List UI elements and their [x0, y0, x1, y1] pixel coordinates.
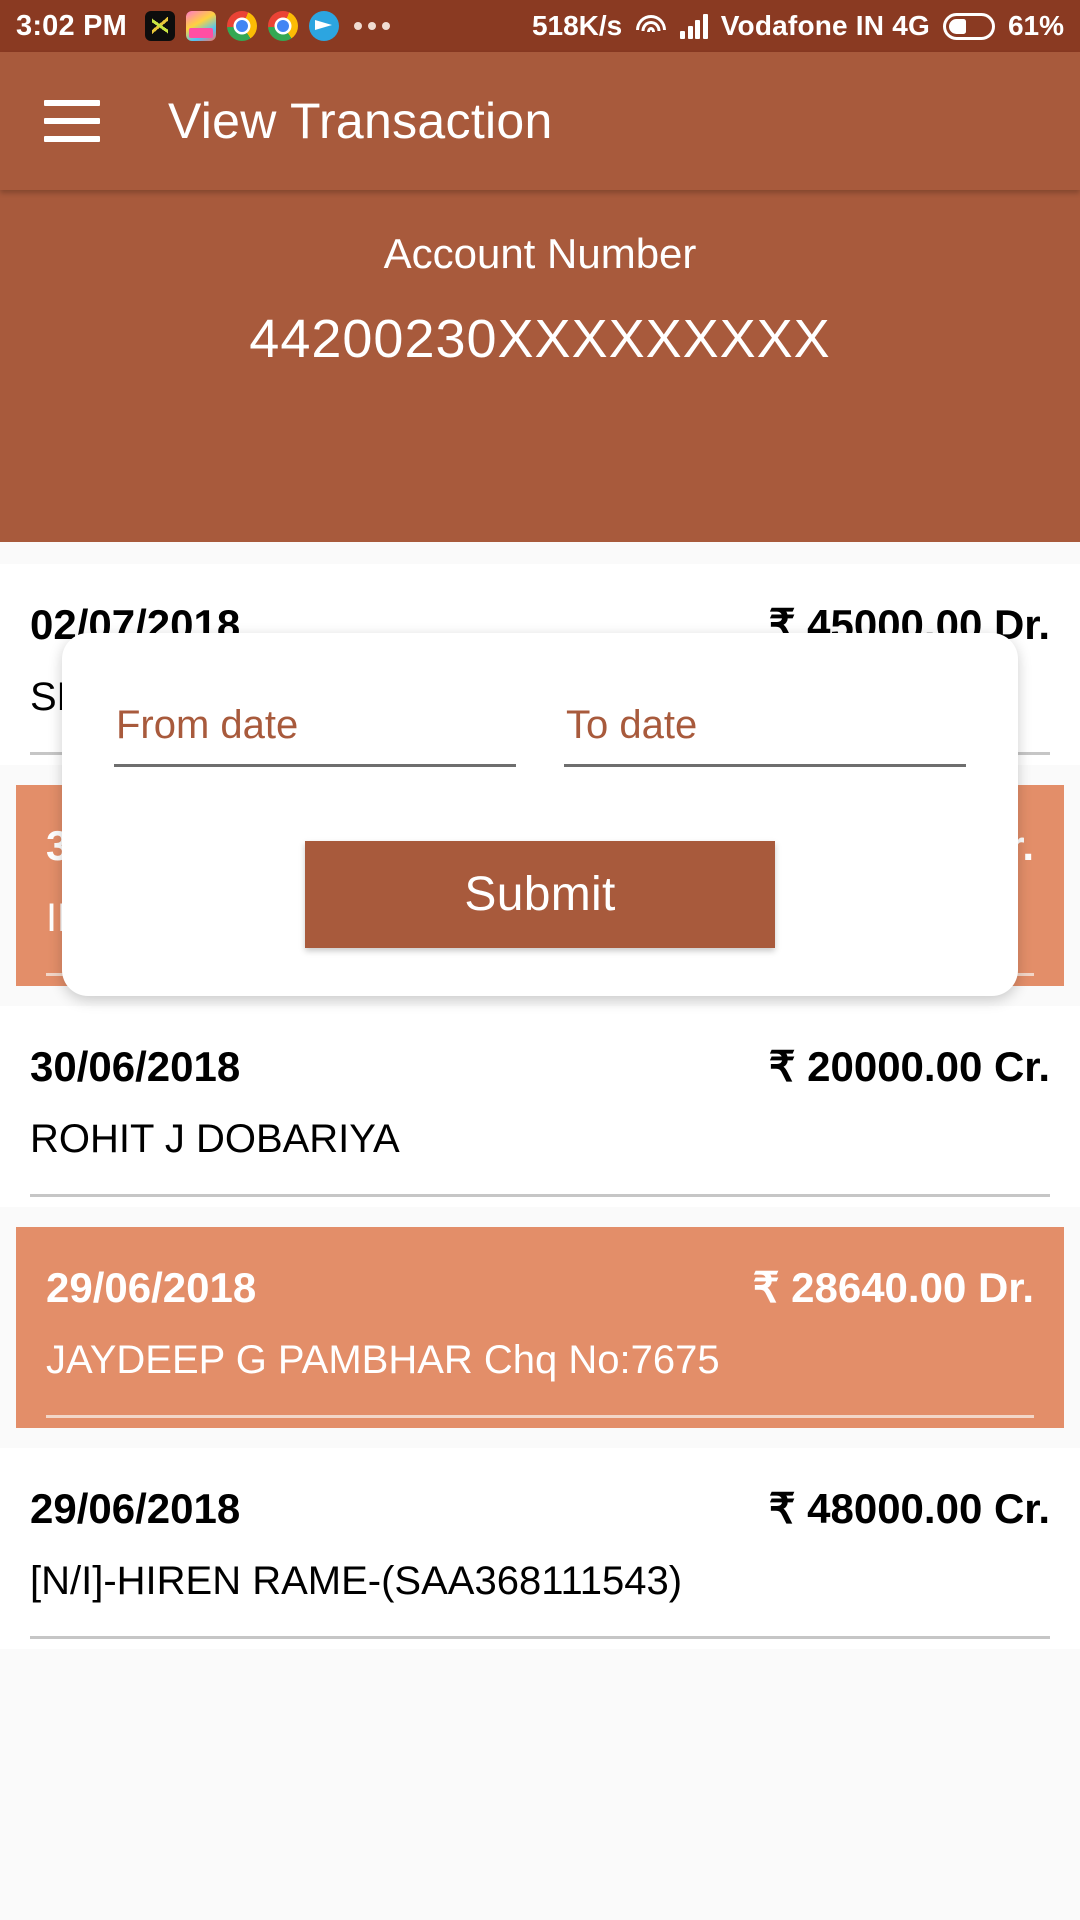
status-bar-clock: 3:02 PM [16, 9, 127, 42]
transaction-divider [30, 1194, 1050, 1197]
signal-icon [680, 13, 708, 39]
account-number-value: 44200230XXXXXXXXX [249, 309, 831, 369]
transaction-description: JAYDEEP G PAMBHAR Chq No:7675 [46, 1338, 720, 1382]
transaction-row-header: 29/06/2018 ₹ 48000.00 Cr. [30, 1484, 1050, 1533]
notification-icons [145, 11, 390, 41]
transaction-amount: ₹ 20000.00 Cr. [768, 1043, 1050, 1090]
battery-icon [942, 12, 995, 40]
battery-percent-label: 61% [1007, 10, 1064, 41]
transaction-amount: ₹ 48000.00 Cr. [768, 1485, 1050, 1532]
transaction-row[interactable]: 30/06/2018 ₹ 20000.00 Cr. ROHIT J DOBARIYA [0, 1006, 1080, 1207]
date-filter-card: Submit [62, 633, 1018, 996]
status-bar: 3:02 PM 518K/s Vodafone IN 4G 61% [0, 0, 1080, 52]
telegram-icon [309, 11, 339, 41]
transaction-row[interactable]: 29/06/2018 ₹ 48000.00 Cr. [N/I]-HIREN RAME… [0, 1448, 1080, 1649]
submit-button-wrap: Submit [92, 841, 988, 948]
submit-button[interactable]: Submit [305, 841, 775, 948]
app-bar: View Transaction [0, 52, 1080, 190]
transaction-date: 29/06/2018 [46, 1264, 257, 1311]
from-date-input[interactable] [114, 703, 516, 767]
carrier-label: Vodafone IN 4G [720, 10, 930, 41]
to-date-input[interactable] [564, 703, 966, 767]
transaction-row[interactable]: 29/06/2018 ₹ 28640.00 Dr. JAYDEEP G PAMBHA… [16, 1227, 1064, 1428]
transaction-amount: ₹ 28640.00 Dr. [752, 1264, 1034, 1311]
chrome-icon [227, 11, 257, 41]
page-title: View Transaction [168, 93, 553, 149]
more-dots-icon [354, 22, 390, 30]
date-fields-row [92, 703, 988, 767]
transaction-divider [30, 1636, 1050, 1639]
account-number-label: Account Number [383, 230, 697, 277]
chrome-icon [268, 11, 298, 41]
status-bar-right: 518K/s Vodafone IN 4G 61% [532, 10, 1064, 42]
transaction-row-header: 30/06/2018 ₹ 20000.00 Cr. [30, 1042, 1050, 1091]
transaction-divider [46, 1415, 1034, 1418]
transaction-row-header: 29/06/2018 ₹ 28640.00 Dr. [46, 1263, 1034, 1312]
account-header: Account Number 44200230XXXXXXXXX Submit [0, 190, 1080, 996]
to-date-field[interactable] [564, 703, 966, 767]
transaction-description: ROHIT J DOBARIYA [30, 1117, 400, 1161]
transaction-date: 29/06/2018 [30, 1485, 241, 1532]
from-date-field[interactable] [114, 703, 516, 767]
network-speed-label: 518K/s [531, 10, 623, 41]
app-icon [145, 11, 175, 41]
hamburger-menu-icon[interactable] [44, 100, 100, 142]
transaction-date: 30/06/2018 [30, 1043, 241, 1090]
transaction-description: [N/I]-HIREN RAME-(SAA368111543) [30, 1559, 683, 1603]
game-icon [186, 11, 216, 41]
wifi-icon [635, 13, 667, 39]
